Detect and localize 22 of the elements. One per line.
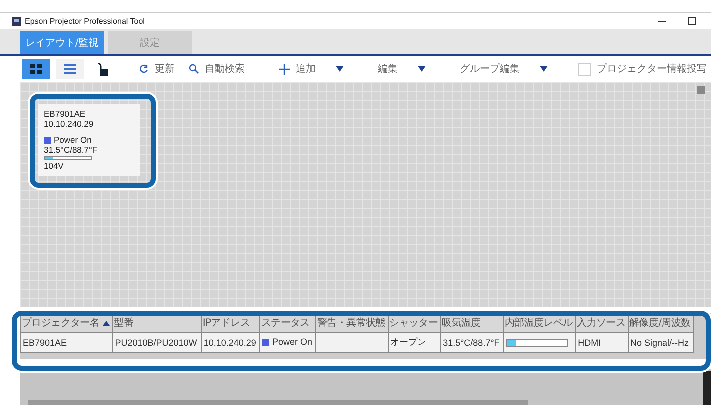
refresh-button[interactable]: 更新 <box>135 62 179 76</box>
projector-card[interactable]: EB7901AE 10.10.240.29 Power On 31.5°C/88.7°F 104V <box>38 104 140 176</box>
status-text: Power On <box>272 337 312 348</box>
table-cell: HDMI <box>576 332 628 352</box>
table-cell: オープン <box>388 332 441 352</box>
table-cell: EB7901AE <box>20 332 113 352</box>
status-text: Power On <box>54 135 92 145</box>
window-title: Epson Projector Professional Tool <box>25 16 146 26</box>
table-cell: 10.10.240.29 <box>201 332 260 352</box>
menu-button[interactable]: グループ編集 <box>456 62 552 76</box>
ip-address: 10.10.240.29 <box>44 119 95 129</box>
table-cell: PU2010B/PU2010W <box>112 332 202 352</box>
projector-name: EB7901AE <box>44 109 87 119</box>
menu-button[interactable]: 編集 <box>374 62 430 76</box>
temperature: 31.5°C/88.7°F <box>44 145 99 155</box>
add-button[interactable]: 追加 <box>275 62 348 76</box>
tab[interactable]: レイアウト/監視 <box>20 31 104 54</box>
projector-info-checkbox[interactable]: プロジェクター情報投写 <box>574 62 711 76</box>
table-cell: No Signal/--Hz <box>628 332 694 352</box>
auto-search-button[interactable]: 自動検索 <box>185 62 249 76</box>
table-cell: 31.5°C/88.7°F <box>440 332 504 352</box>
voltage: 104V <box>44 161 65 171</box>
